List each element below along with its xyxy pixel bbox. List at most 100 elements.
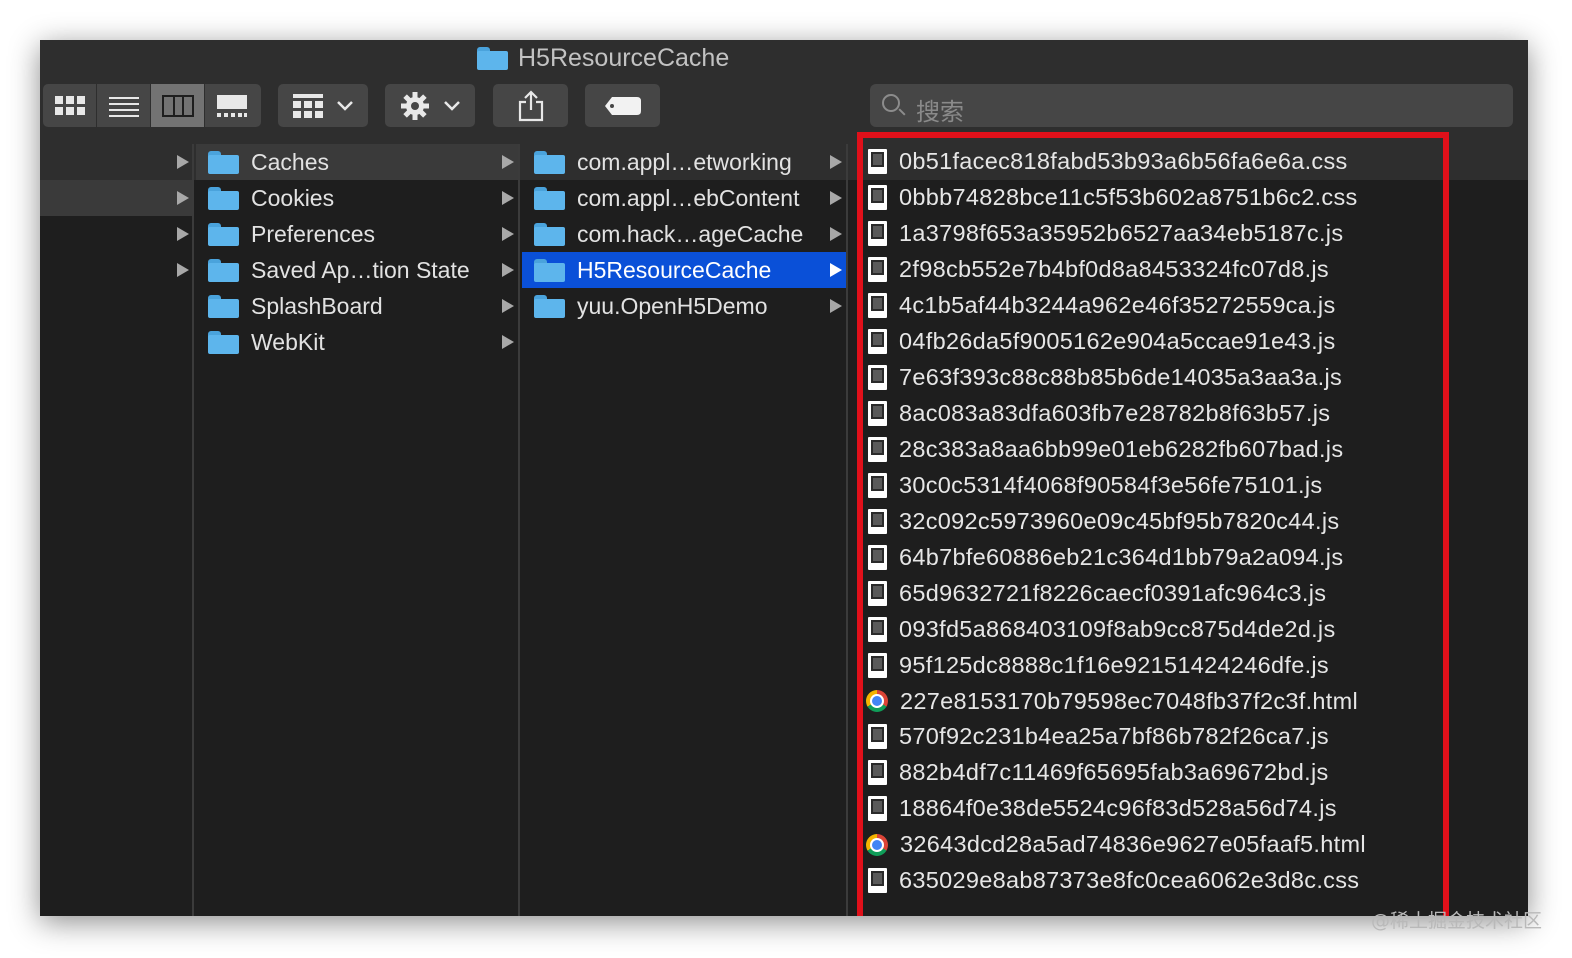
disclosure-arrow-icon [177, 191, 189, 205]
file-row[interactable]: 28c383a8aa6bb99e01eb6282fb607bad.js [850, 432, 1528, 468]
grid-icon [54, 95, 85, 115]
group-by-button[interactable] [278, 84, 368, 127]
file-row[interactable]: 7e63f393c88c88b85b6de14035a3aa3a.js [850, 360, 1528, 396]
share-icon [518, 89, 543, 121]
file-name: 95f125dc8888c1f16e92151424246dfe.js [899, 651, 1329, 678]
folder-label: Preferences [251, 220, 376, 247]
folder-label: Saved Ap…tion State [251, 256, 470, 283]
disclosure-arrow-icon [830, 155, 842, 169]
list-item[interactable] [40, 216, 192, 252]
folder-row[interactable]: WebKit [196, 324, 518, 360]
folder-row[interactable]: com.hack…ageCache [522, 216, 846, 252]
folder-label: SplashBoard [251, 292, 383, 319]
disclosure-arrow-icon [502, 227, 514, 241]
file-name: 18864f0e38de5524c96f83d528a56d74.js [899, 795, 1337, 822]
share-button[interactable] [493, 84, 568, 127]
folder-icon [534, 186, 565, 210]
folder-row[interactable]: Preferences [196, 216, 518, 252]
file-row[interactable]: 32c092c5973960e09c45bf95b7820c44.js [850, 503, 1528, 539]
chrome-icon [866, 833, 888, 856]
tag-icon [604, 96, 641, 115]
folder-icon [208, 330, 239, 354]
tags-button[interactable] [585, 84, 660, 127]
folder-label: com.hack…ageCache [577, 220, 804, 247]
document-icon [868, 796, 887, 822]
file-row[interactable]: 093fd5a868403109f8ab9cc875d4de2d.js [850, 611, 1528, 647]
folder-icon [534, 258, 565, 282]
list-item[interactable] [40, 252, 192, 288]
folder-row[interactable]: com.appl…etworking [522, 144, 846, 180]
search-field[interactable]: 搜索 [870, 84, 1513, 127]
icon-view-button[interactable] [43, 84, 97, 127]
file-row[interactable]: 30c0c5314f4068f90584f3e56fe75101.js [850, 467, 1528, 503]
disclosure-arrow-icon [502, 335, 514, 349]
list-view-button[interactable] [97, 84, 151, 127]
file-row[interactable]: 0bbb74828bce11c5f53b602a8751b6c2.css [850, 180, 1528, 216]
list-item[interactable] [40, 180, 192, 216]
file-row[interactable]: 4c1b5af44b3244a962e46f35272559ca.js [850, 288, 1528, 324]
file-row[interactable]: 1a3798f653a35952b6527aa34eb5187c.js [850, 216, 1528, 252]
folder-label: WebKit [251, 328, 325, 355]
document-icon [868, 580, 887, 606]
file-row[interactable]: 18864f0e38de5524c96f83d528a56d74.js [850, 791, 1528, 827]
file-name: 30c0c5314f4068f90584f3e56fe75101.js [899, 471, 1323, 498]
view-mode-segment [43, 84, 261, 127]
search-placeholder: 搜索 [916, 98, 964, 126]
file-row[interactable]: 32643dcd28a5ad74836e9627e05faaf5.html [850, 827, 1528, 863]
file-row[interactable]: 2f98cb552e7b4bf0d8a8453324fc07d8.js [850, 252, 1528, 288]
file-row[interactable]: 635029e8ab87373e8fc0cea6062e3d8c.css [850, 863, 1528, 899]
document-icon [868, 257, 887, 283]
chevron-down-icon [337, 100, 353, 111]
file-name: 0bbb74828bce11c5f53b602a8751b6c2.css [899, 184, 1358, 211]
file-row[interactable]: 95f125dc8888c1f16e92151424246dfe.js [850, 647, 1528, 683]
folder-row[interactable]: Saved Ap…tion State [196, 252, 518, 288]
folder-row[interactable]: SplashBoard [196, 288, 518, 324]
list-item[interactable] [40, 144, 192, 180]
finder-window: H5ResourceCache 搜索 Caches Cookies Prefer… [40, 40, 1528, 916]
search-icon [882, 94, 900, 112]
watermark: @稀土掘金技术社区 [1370, 910, 1542, 932]
folder-row[interactable]: com.appl…ebContent [522, 180, 846, 216]
column-view-button[interactable] [151, 84, 205, 127]
file-row[interactable]: 0b51facec818fabd53b93a6b56fa6e6a.css [850, 144, 1528, 180]
disclosure-arrow-icon [830, 227, 842, 241]
disclosure-arrow-icon [502, 263, 514, 277]
file-name: 4c1b5af44b3244a962e46f35272559ca.js [899, 292, 1336, 319]
document-icon [868, 401, 887, 427]
file-row[interactable]: 04fb26da5f9005162e904a5ccae91e43.js [850, 324, 1528, 360]
file-name: 8ac083a83dfa603fb7e28782b8f63b57.js [899, 400, 1331, 427]
column-parent [40, 144, 194, 916]
action-menu-button[interactable] [385, 84, 475, 127]
folder-label: yuu.OpenH5Demo [577, 292, 768, 319]
folder-row[interactable]: H5ResourceCache [522, 252, 846, 288]
file-row[interactable]: 8ac083a83dfa603fb7e28782b8f63b57.js [850, 396, 1528, 432]
disclosure-arrow-icon [830, 263, 842, 277]
document-icon [868, 616, 887, 642]
disclosure-arrow-icon [830, 191, 842, 205]
file-row[interactable]: 64b7bfe60886eb21c364d1bb79a2a094.js [850, 539, 1528, 575]
folder-icon [208, 150, 239, 174]
file-row[interactable]: 882b4df7c11469f65695fab3a69672bd.js [850, 755, 1528, 791]
folder-row[interactable]: Cookies [196, 180, 518, 216]
file-row[interactable]: 227e8153170b79598ec7048fb37f2c3f.html [850, 683, 1528, 719]
folder-icon [477, 46, 508, 70]
file-name: 227e8153170b79598ec7048fb37f2c3f.html [900, 687, 1358, 714]
document-icon [868, 365, 887, 391]
folder-row[interactable]: Caches [196, 144, 518, 180]
folder-row[interactable]: yuu.OpenH5Demo [522, 288, 846, 324]
file-name: 570f92c231b4ea25a7bf86b782f26ca7.js [899, 723, 1329, 750]
file-name: 04fb26da5f9005162e904a5ccae91e43.js [899, 328, 1336, 355]
document-icon [868, 149, 887, 175]
document-icon [868, 472, 887, 498]
folder-icon [208, 186, 239, 210]
disclosure-arrow-icon [502, 299, 514, 313]
disclosure-arrow-icon [502, 191, 514, 205]
file-row[interactable]: 570f92c231b4ea25a7bf86b782f26ca7.js [850, 719, 1528, 755]
file-row[interactable]: 65d9632721f8226caecf0391afc964c3.js [850, 575, 1528, 611]
file-name: 093fd5a868403109f8ab9cc875d4de2d.js [899, 615, 1336, 642]
gallery-view-button[interactable] [205, 84, 259, 127]
file-name: 635029e8ab87373e8fc0cea6062e3d8c.css [899, 867, 1360, 894]
folder-label: com.appl…etworking [577, 148, 792, 175]
document-icon [868, 185, 887, 211]
document-icon [868, 329, 887, 355]
